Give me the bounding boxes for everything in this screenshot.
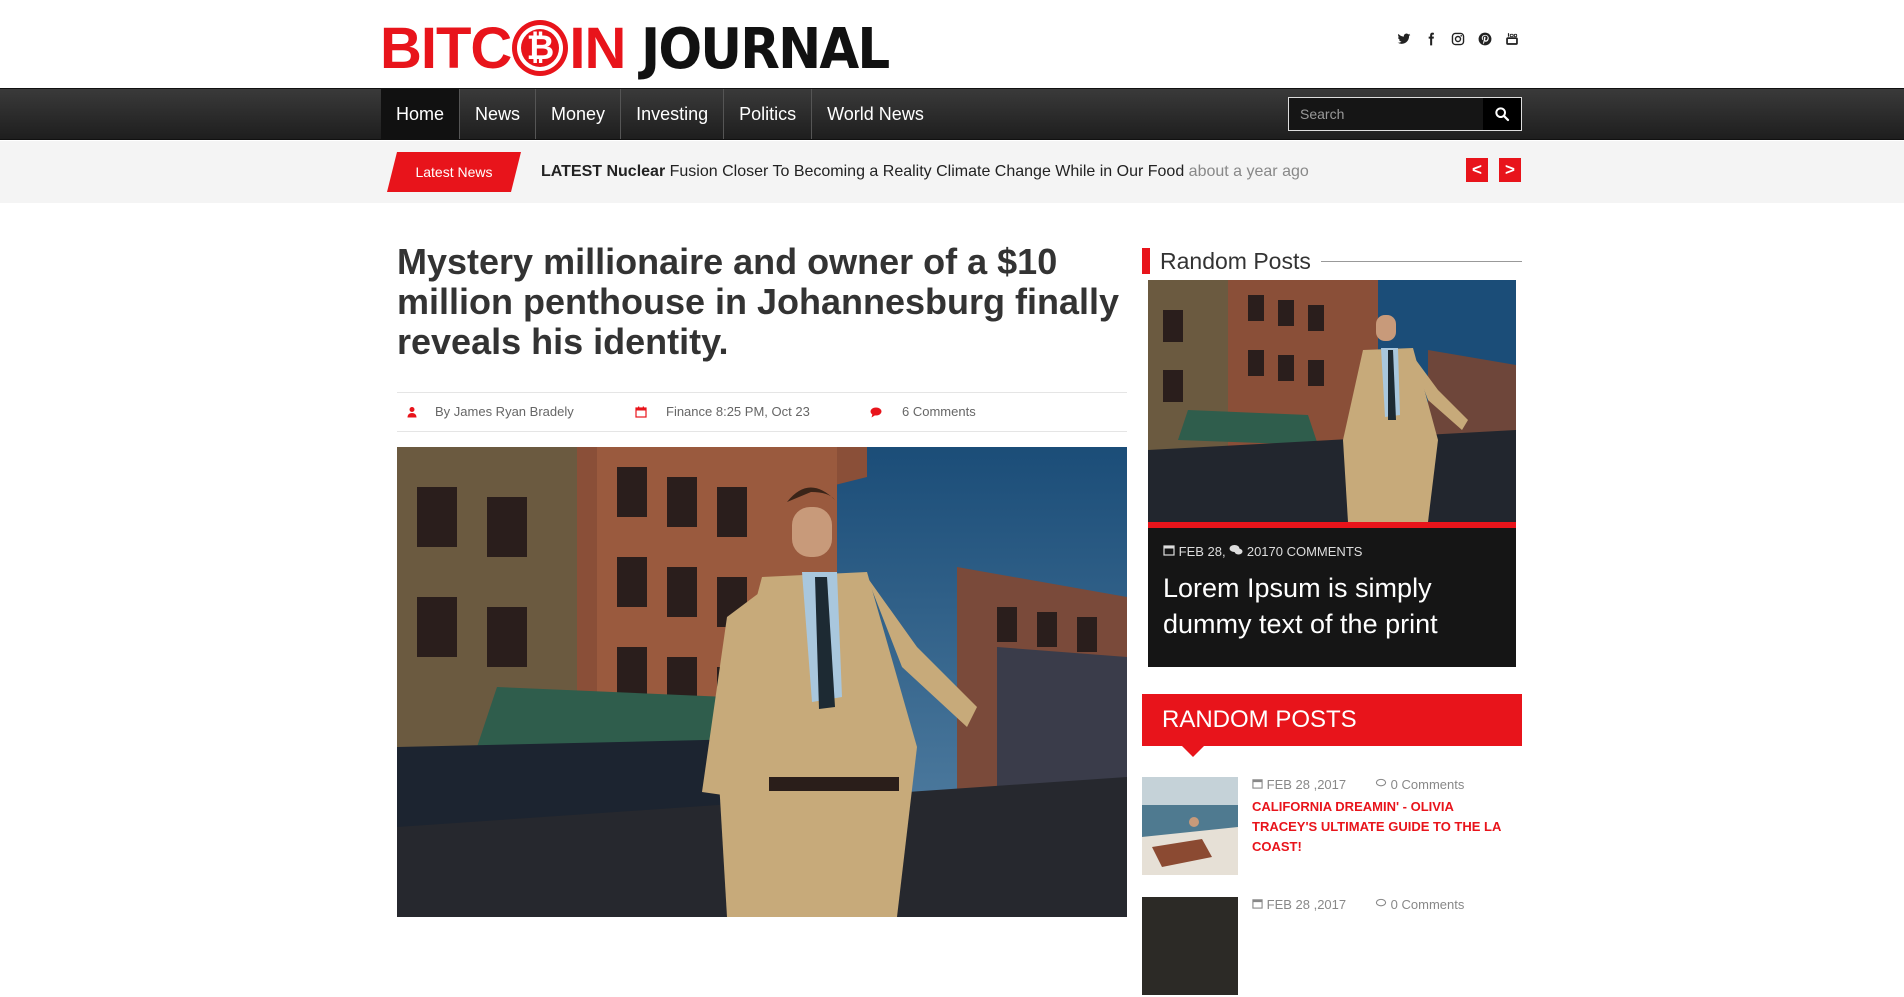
bitcoin-coin-icon: ₿ bbox=[512, 20, 569, 76]
random-posts-widget-header: Random Posts bbox=[1142, 247, 1522, 275]
search-button[interactable] bbox=[1483, 98, 1521, 130]
article-title: Mystery millionaire and owner of a $10 m… bbox=[397, 241, 1120, 362]
user-icon bbox=[407, 407, 417, 418]
youtube-icon[interactable] bbox=[1505, 32, 1519, 46]
pinterest-icon[interactable] bbox=[1478, 32, 1492, 46]
logo-text-part3: JOURNAL bbox=[641, 17, 890, 82]
instagram-icon[interactable] bbox=[1451, 32, 1465, 46]
post-thumbnail[interactable] bbox=[1142, 897, 1238, 995]
ticker-time-ago: about a year ago bbox=[1188, 163, 1309, 180]
article-category-date: Finance 8:25 PM, Oct 23 bbox=[666, 404, 810, 419]
twitter-icon[interactable] bbox=[1397, 32, 1411, 46]
nav-item-world-news[interactable]: World News bbox=[812, 89, 939, 139]
featured-post-image bbox=[1148, 280, 1516, 522]
featured-post-card[interactable]: FEB 28, 20170 COMMENTS Lorem Ipsum is si… bbox=[1148, 280, 1516, 667]
post-meta: FEB 28 ,2017 0 Comments bbox=[1252, 777, 1464, 792]
featured-post-title[interactable]: Lorem Ipsum is simply dummy text of the … bbox=[1163, 570, 1503, 642]
comment-icon bbox=[870, 407, 882, 418]
nav-item-politics[interactable]: Politics bbox=[724, 89, 813, 139]
post-meta: FEB 28 ,2017 0 Comments bbox=[1252, 897, 1464, 912]
comment-icon bbox=[1375, 778, 1387, 787]
nav-menu: Home News Money Investing Politics World… bbox=[381, 89, 939, 139]
nav-item-home[interactable]: Home bbox=[381, 89, 461, 139]
calendar-icon bbox=[1163, 544, 1179, 559]
article-hero-image bbox=[397, 447, 1127, 917]
nav-item-investing[interactable]: Investing bbox=[621, 89, 725, 139]
search-box bbox=[1288, 97, 1522, 131]
calendar-icon bbox=[635, 406, 647, 418]
post-thumbnail[interactable] bbox=[1142, 777, 1238, 875]
comments-icon bbox=[1229, 544, 1247, 559]
nav-item-money[interactable]: Money bbox=[536, 89, 622, 139]
ticker-next-button[interactable]: > bbox=[1499, 158, 1521, 182]
featured-post-meta: FEB 28, 20170 COMMENTS bbox=[1163, 544, 1362, 559]
comment-icon bbox=[1375, 898, 1387, 907]
calendar-icon bbox=[1252, 779, 1263, 789]
ticker-headline[interactable]: LATEST Nuclear Fusion Closer To Becoming… bbox=[541, 163, 1309, 181]
search-input[interactable] bbox=[1289, 98, 1485, 130]
logo-text-part1: BITC bbox=[380, 16, 512, 81]
random-posts-header: RANDOM POSTS bbox=[1142, 694, 1522, 746]
article-meta: By James Ryan Bradely Finance 8:25 PM, O… bbox=[397, 392, 1127, 432]
news-ticker: Latest News LATEST Nuclear Fusion Closer… bbox=[0, 141, 1904, 203]
latest-news-badge: Latest News bbox=[387, 152, 521, 192]
random-posts-title: Random Posts bbox=[1160, 247, 1321, 275]
main-nav: Home News Money Investing Politics World… bbox=[0, 88, 1904, 140]
social-links bbox=[1397, 32, 1519, 46]
site-logo[interactable]: BITC ₿ IN JOURNAL bbox=[380, 10, 910, 78]
site-header: BITC ₿ IN JOURNAL bbox=[0, 0, 1904, 88]
ticker-prev-button[interactable]: < bbox=[1466, 158, 1488, 182]
list-item[interactable]: FEB 28 ,2017 0 Comments bbox=[1142, 897, 1522, 997]
search-icon bbox=[1495, 107, 1510, 122]
article-author[interactable]: By James Ryan Bradely bbox=[435, 393, 574, 431]
article-comments-count[interactable]: 6 Comments bbox=[902, 393, 976, 431]
post-title[interactable]: CALIFORNIA DREAMIN' - OLIVIA TRACEY'S UL… bbox=[1252, 797, 1517, 857]
facebook-icon[interactable] bbox=[1424, 32, 1438, 46]
ticker-bold-text: LATEST Nuclear bbox=[541, 163, 666, 180]
list-item[interactable]: FEB 28 ,2017 0 Comments CALIFORNIA DREAM… bbox=[1142, 777, 1522, 877]
nav-item-news[interactable]: News bbox=[460, 89, 537, 139]
logo-text-part2: IN bbox=[569, 16, 626, 81]
ticker-text: Fusion Closer To Becoming a Reality Clim… bbox=[665, 163, 1189, 180]
calendar-icon bbox=[1252, 899, 1263, 909]
